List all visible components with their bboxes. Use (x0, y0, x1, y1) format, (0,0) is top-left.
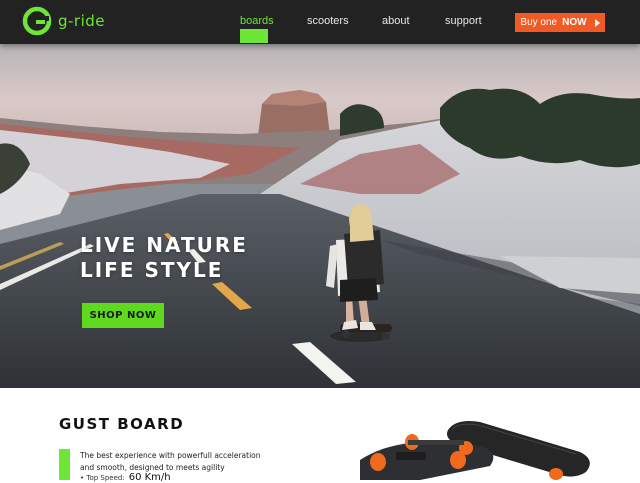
buy-now-button[interactable]: Buy one NOW (515, 13, 605, 32)
product-description: The best experience with powerfull accel… (80, 451, 261, 472)
accent-bar (59, 449, 70, 480)
hero-photo (0, 44, 640, 388)
product-title: GUST BOARD (59, 415, 185, 433)
nav-link-support[interactable]: support (445, 15, 482, 27)
shop-now-button[interactable]: SHOP NOW (82, 303, 164, 328)
product-spec: • Top Speed: 60 Km/h (80, 472, 171, 483)
g-ride-logo-icon (22, 6, 52, 36)
buy-now-label-strong: NOW (562, 17, 587, 28)
logo-text: g-ride (58, 12, 106, 30)
hero-heading-line-1: LIVE NATURE (80, 233, 248, 257)
nav-link-scooters[interactable]: scooters (307, 15, 349, 27)
nav-active-indicator (240, 29, 268, 43)
hero-heading-line-2: LIFE STYLE (80, 258, 224, 282)
hero-heading: LIVE NATURE LIFE STYLE (80, 233, 248, 283)
top-navbar: g-ride boards scooters about support Buy… (0, 0, 640, 44)
nav-link-about[interactable]: about (382, 15, 410, 27)
logo[interactable]: g-ride (22, 6, 122, 38)
nav-link-boards[interactable]: boards (240, 15, 274, 27)
buy-now-label: Buy one (520, 17, 558, 28)
hero-banner: LIVE NATURE LIFE STYLE SHOP NOW (0, 44, 640, 388)
play-arrow-icon (594, 18, 600, 27)
spec-label: • Top Speed: (80, 474, 125, 482)
spec-value: 60 Km/h (128, 472, 171, 483)
product-board-image (360, 421, 590, 480)
